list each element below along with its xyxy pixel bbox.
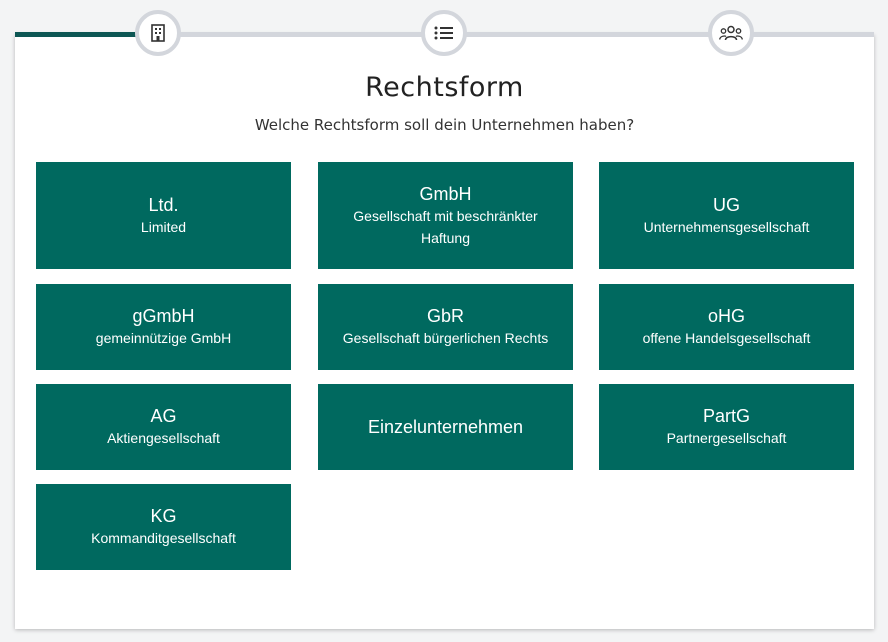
option-description: Aktiengesellschaft: [107, 430, 220, 446]
option-description: Gesellschaft mit beschränkter Haftung: [353, 207, 538, 246]
step-list[interactable]: [421, 10, 467, 56]
option-description: Kommanditgesellschaft: [91, 530, 236, 546]
option-title: gGmbH: [132, 306, 195, 326]
page-subtitle: Welche Rechtsform soll dein Unternehmen …: [254, 116, 635, 134]
option-title: Ltd.: [148, 194, 179, 215]
users-icon: [719, 25, 743, 41]
option-ag[interactable]: AG Aktiengesellschaft: [36, 384, 291, 470]
option-title: KG: [150, 506, 177, 526]
option-ltd[interactable]: Ltd. Limited: [36, 162, 291, 269]
option-gbr[interactable]: GbR Gesellschaft bürgerlichen Rechts: [318, 284, 573, 370]
option-kg[interactable]: KG Kommanditgesellschaft: [36, 484, 291, 570]
option-title: oHG: [707, 306, 745, 326]
option-title: UG: [713, 194, 740, 215]
option-einzelunternehmen[interactable]: Einzelunternehmen: [318, 384, 573, 470]
option-description: Partnergesellschaft: [666, 430, 787, 446]
option-title: Einzelunternehmen: [367, 417, 524, 437]
option-title: PartG: [702, 406, 750, 426]
option-title: GmbH: [419, 183, 472, 204]
option-ggmbh[interactable]: gGmbH gemeinnützige GmbH: [36, 284, 291, 370]
progress-fill: [15, 32, 143, 37]
option-description: offene Handelsgesellschaft: [642, 330, 811, 346]
page-title: Rechtsform: [365, 72, 524, 103]
step-users[interactable]: [708, 10, 754, 56]
building-icon: [150, 24, 166, 42]
list-icon: [434, 25, 454, 41]
option-ug[interactable]: UG Unternehmensgesellschaft: [599, 162, 854, 269]
option-title: AG: [150, 406, 177, 426]
option-description: Limited: [140, 218, 187, 235]
option-ohg[interactable]: oHG offene Handelsgesellschaft: [599, 284, 854, 370]
option-partg[interactable]: PartG Partnergesellschaft: [599, 384, 854, 470]
step-building[interactable]: [135, 10, 181, 56]
option-title: GbR: [426, 306, 464, 326]
option-description: Unternehmensgesellschaft: [643, 218, 810, 235]
option-gmbh[interactable]: GmbH Gesellschaft mit beschränkter Haftu…: [318, 162, 573, 269]
option-description: Gesellschaft bürgerlichen Rechts: [342, 330, 549, 346]
option-description: gemeinnützige GmbH: [95, 330, 232, 346]
